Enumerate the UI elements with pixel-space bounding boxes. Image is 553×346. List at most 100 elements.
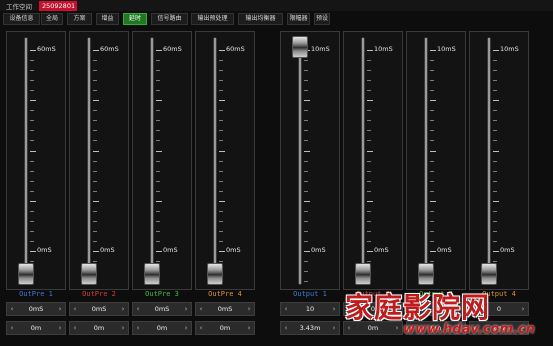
spinner-value[interactable]: 0 xyxy=(354,303,392,315)
fader-knob[interactable] xyxy=(355,263,371,285)
scale-tick xyxy=(367,140,371,142)
fader-knob[interactable] xyxy=(81,263,97,285)
spinner-value[interactable]: 10 xyxy=(291,303,329,315)
scale-tick xyxy=(156,90,160,92)
scale-tick xyxy=(430,170,434,172)
chevron-left-icon[interactable]: ‹ xyxy=(470,322,480,334)
spinner-value[interactable]: 0mS xyxy=(17,303,55,315)
spinner-value[interactable]: 0m xyxy=(80,322,118,334)
scale-min-label: 0mS xyxy=(226,246,241,254)
scale-tick xyxy=(93,80,97,82)
chevron-left-icon[interactable]: ‹ xyxy=(470,303,480,315)
spinner-value[interactable]: 3.43m xyxy=(291,322,329,334)
spinner-value[interactable]: 0m xyxy=(17,322,55,334)
scale-tick xyxy=(493,50,499,51)
tab-10[interactable]: 预设 xyxy=(314,13,330,25)
chevron-right-icon[interactable]: › xyxy=(392,322,402,334)
chevron-left-icon[interactable]: ‹ xyxy=(196,303,206,315)
scale-tick xyxy=(304,140,308,142)
scale-tick xyxy=(219,60,223,62)
scale-tick xyxy=(30,90,34,92)
chevron-right-icon[interactable]: › xyxy=(329,322,339,334)
tab-9[interactable]: 限幅器 xyxy=(287,13,310,25)
tab-3[interactable]: 方案 xyxy=(67,13,92,25)
tab-5[interactable]: 延时 xyxy=(123,13,147,25)
delay-panel: 工作空间 25092801 设备信息 全局 方案 增益 延时 信号路由 输出预处理 输出均衡器… xyxy=(0,0,553,346)
chevron-left-icon[interactable]: ‹ xyxy=(70,303,80,315)
spinner-value[interactable]: 0 xyxy=(480,303,518,315)
scale-tick xyxy=(493,220,497,222)
chevron-left-icon[interactable]: ‹ xyxy=(133,303,143,315)
tab-6[interactable]: 信号路由 xyxy=(151,13,188,25)
chevron-left-icon[interactable]: ‹ xyxy=(407,303,417,315)
chevron-left-icon[interactable]: ‹ xyxy=(7,303,17,315)
chevron-right-icon[interactable]: › xyxy=(455,322,465,334)
chevron-right-icon[interactable]: › xyxy=(181,322,191,334)
spinner-value[interactable]: 0mS xyxy=(143,303,181,315)
scale-tick xyxy=(30,110,34,112)
chevron-right-icon[interactable]: › xyxy=(181,303,191,315)
tab-7[interactable]: 输出预处理 xyxy=(191,13,234,25)
chevron-right-icon[interactable]: › xyxy=(55,322,65,334)
spinner-value[interactable]: 0m xyxy=(480,322,518,334)
chevron-left-icon[interactable]: ‹ xyxy=(407,322,417,334)
chevron-left-icon[interactable]: ‹ xyxy=(70,322,80,334)
spinner-value[interactable]: 0m xyxy=(354,322,392,334)
scale-tick xyxy=(304,180,308,182)
fader-track[interactable] xyxy=(151,38,153,284)
fader-track[interactable] xyxy=(88,38,90,284)
fader-track[interactable] xyxy=(299,38,301,284)
chevron-right-icon[interactable]: › xyxy=(329,303,339,315)
scale-tick xyxy=(93,50,99,51)
scale-min-label: 0mS xyxy=(500,246,515,254)
spinner-value[interactable]: 0m xyxy=(143,322,181,334)
chevron-left-icon[interactable]: ‹ xyxy=(133,322,143,334)
fader-knob[interactable] xyxy=(18,263,34,285)
tab-2[interactable]: 全局 xyxy=(41,13,63,25)
chevron-left-icon[interactable]: ‹ xyxy=(281,303,291,315)
scale-tick xyxy=(430,180,434,182)
scale-tick xyxy=(430,190,434,192)
chevron-right-icon[interactable]: › xyxy=(455,303,465,315)
tab-4[interactable]: 增益 xyxy=(96,13,119,25)
scale-tick xyxy=(219,140,223,142)
spinner-value[interactable]: 0m xyxy=(417,322,455,334)
tab-8[interactable]: 输出均衡器 xyxy=(238,13,283,25)
fader-knob[interactable] xyxy=(207,263,223,285)
scale-tick xyxy=(30,120,34,122)
tab-1[interactable]: 设备信息 xyxy=(3,13,40,25)
spinner-value[interactable]: 0mS xyxy=(206,303,244,315)
scale-tick xyxy=(219,150,225,152)
chevron-right-icon[interactable]: › xyxy=(244,303,254,315)
chevron-left-icon[interactable]: ‹ xyxy=(344,322,354,334)
chevron-right-icon[interactable]: › xyxy=(244,322,254,334)
chevron-right-icon[interactable]: › xyxy=(118,322,128,334)
fader-knob[interactable] xyxy=(292,36,308,58)
chevron-left-icon[interactable]: ‹ xyxy=(7,322,17,334)
scale-tick xyxy=(30,251,36,252)
chevron-left-icon[interactable]: ‹ xyxy=(196,322,206,334)
scale-tick xyxy=(367,170,371,172)
chevron-left-icon[interactable]: ‹ xyxy=(281,322,291,334)
chevron-right-icon[interactable]: › xyxy=(518,322,528,334)
fader-knob[interactable] xyxy=(481,263,497,285)
chevron-right-icon[interactable]: › xyxy=(118,303,128,315)
scale-tick xyxy=(430,50,436,51)
delay-value-spinner: ‹ 0mS › xyxy=(69,302,129,316)
spinner-value[interactable]: 0mS xyxy=(80,303,118,315)
chevron-right-icon[interactable]: › xyxy=(55,303,65,315)
fader-track[interactable] xyxy=(25,38,27,284)
fader-track[interactable] xyxy=(214,38,216,284)
spinner-value[interactable]: 0 xyxy=(417,303,455,315)
fader-knob[interactable] xyxy=(144,263,160,285)
spinner-value[interactable]: 0m xyxy=(206,322,244,334)
chevron-left-icon[interactable]: ‹ xyxy=(344,303,354,315)
chevron-right-icon[interactable]: › xyxy=(392,303,402,315)
workspace-id[interactable]: 25092801 xyxy=(39,1,77,11)
fader-track[interactable] xyxy=(488,38,490,284)
chevron-right-icon[interactable]: › xyxy=(518,303,528,315)
fader-knob[interactable] xyxy=(418,263,434,285)
fader-track[interactable] xyxy=(425,38,427,284)
scale-tick xyxy=(93,60,97,62)
fader-track[interactable] xyxy=(362,38,364,284)
